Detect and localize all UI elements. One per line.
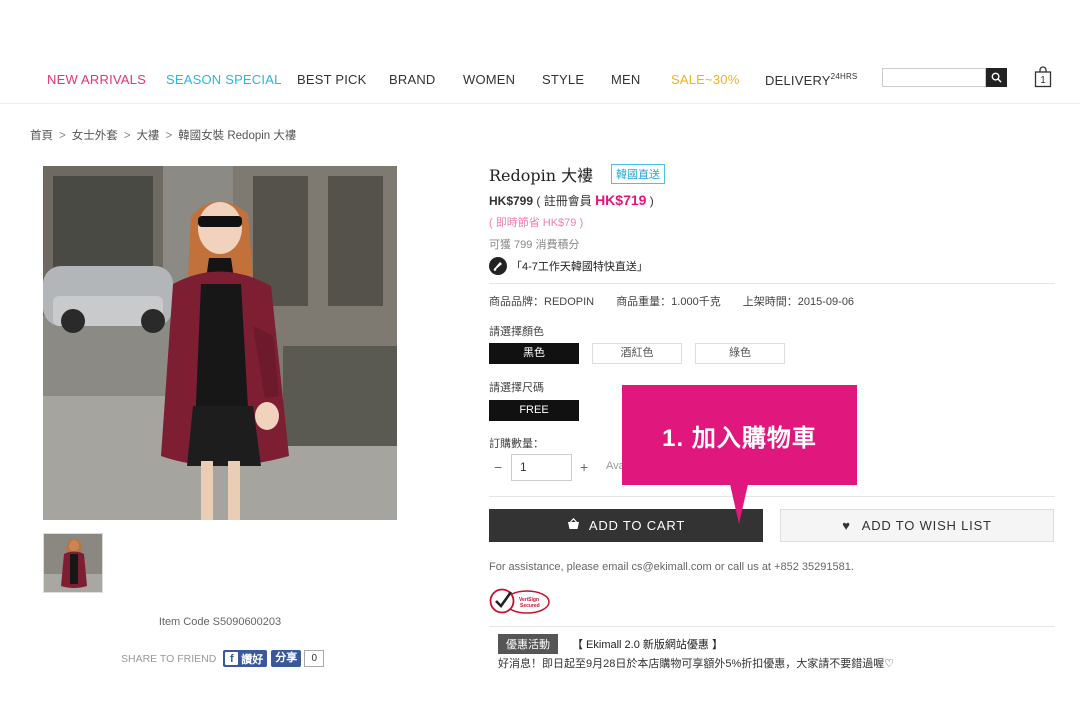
- breadcrumb-separator: >: [59, 130, 66, 142]
- breadcrumb-item-coats[interactable]: 女士外套: [72, 130, 118, 142]
- nav-sale[interactable]: SALE~30%: [671, 72, 739, 87]
- member-price-prefix: ( 註冊會員: [536, 194, 592, 208]
- rocket-icon: [489, 257, 507, 275]
- shipping-info: 「4-7工作天韓國特快直送」: [489, 257, 648, 275]
- facebook-icon: f: [225, 652, 239, 665]
- item-code: Item Code S5090600203: [158, 616, 282, 628]
- nav-delivery-sup: 24HRS: [830, 72, 858, 81]
- facebook-share-button[interactable]: 分享: [271, 650, 302, 667]
- share-count: 0: [304, 650, 325, 667]
- breadcrumb: 首頁 > 女士外套 > 大褸 > 韓國女裝 Redopin 大褸: [30, 127, 296, 143]
- promo-text: 好消息！即日起至9月28日於本店購物可享額外5%折扣優惠，大家請不要錯過喔♡: [498, 658, 895, 670]
- size-option-free[interactable]: FREE: [489, 400, 579, 421]
- top-navigation: NEW ARRIVALS SEASON SPECIAL BEST PICK BR…: [0, 60, 1080, 104]
- shopping-bag-icon[interactable]: 1: [1034, 66, 1052, 88]
- breadcrumb-separator: >: [123, 130, 131, 142]
- nav-new-arrivals[interactable]: NEW ARRIVALS: [47, 72, 146, 87]
- shipping-text: 「4-7工作天韓國特快直送」: [511, 261, 648, 273]
- color-option-black[interactable]: 黑色: [489, 343, 579, 364]
- divider: [489, 626, 1055, 627]
- search-icon: [991, 72, 1002, 83]
- direct-ship-badge: 韓國直送: [611, 164, 665, 184]
- product-meta: 商品品牌：REDOPIN 商品重量：1.000千克 上架時間：2015-09-0…: [489, 293, 873, 309]
- search-button[interactable]: [986, 68, 1007, 87]
- share-label: SHARE TO FRIEND: [121, 652, 217, 665]
- basket-icon: [567, 517, 580, 533]
- quantity-label: 訂購數量：: [489, 438, 544, 450]
- breadcrumb-item-overcoat[interactable]: 大褸: [136, 130, 159, 142]
- add-to-cart-label: ADD TO CART: [588, 518, 686, 533]
- member-price: HK$719: [595, 192, 647, 208]
- heart-icon: ♥: [842, 518, 851, 533]
- product-title: Redopin 大褸: [489, 166, 594, 185]
- color-label: 請選擇顏色: [489, 326, 544, 338]
- nav-season-special[interactable]: SEASON SPECIAL: [166, 72, 282, 87]
- add-to-wishlist-button[interactable]: ♥ ADD TO WISH LIST: [780, 509, 1054, 542]
- nav-brand[interactable]: BRAND: [389, 72, 436, 87]
- breadcrumb-item-current: 韓國女裝 Redopin 大褸: [178, 130, 297, 142]
- price-row: HK$799 ( 註冊會員 HK$719 ): [489, 192, 654, 209]
- color-option-wine[interactable]: 酒紅色: [592, 343, 682, 364]
- verisign-line-2: Secured: [520, 603, 540, 609]
- product-thumbnail[interactable]: [43, 533, 103, 593]
- add-to-wishlist-label: ADD TO WISH LIST: [861, 518, 992, 533]
- member-price-suffix: ): [649, 194, 654, 208]
- nav-delivery[interactable]: DELIVERY24HRS: [765, 72, 857, 88]
- breadcrumb-item-home[interactable]: 首頁: [30, 130, 53, 142]
- nav-style[interactable]: STYLE: [542, 72, 584, 87]
- assistance-text: For assistance, please email cs@ekimall.…: [489, 561, 854, 573]
- product-date: 上架時間：2015-09-06: [742, 296, 855, 308]
- product-brand: 商品品牌：REDOPIN: [489, 296, 595, 308]
- promo-title: 【 Ekimall 2.0 新版網站優惠 】: [572, 639, 723, 651]
- nav-best-pick[interactable]: BEST PICK: [297, 72, 366, 87]
- color-option-green[interactable]: 綠色: [695, 343, 785, 364]
- price: HK$799: [489, 194, 534, 208]
- divider: [489, 496, 1055, 497]
- nav-delivery-label: DELIVERY: [765, 73, 831, 88]
- quantity-input[interactable]: 1: [511, 454, 572, 481]
- quantity-decrease-button[interactable]: −: [494, 459, 502, 475]
- nav-men[interactable]: MEN: [611, 72, 641, 87]
- product-main-image[interactable]: [43, 166, 397, 520]
- quantity-increase-button[interactable]: +: [580, 459, 588, 475]
- add-to-cart-button[interactable]: ADD TO CART: [489, 509, 763, 542]
- promo-tag: 優惠活動: [498, 634, 558, 654]
- share-row: SHARE TO FRIEND f 讚好 分享 0: [121, 650, 325, 667]
- callout-add-to-cart: 1. 加入購物車: [622, 385, 857, 485]
- verisign-seal: VeriSign Secured: [489, 586, 551, 616]
- divider: [489, 283, 1055, 284]
- facebook-like-label: 讚好: [241, 653, 264, 666]
- callout-pointer: [730, 484, 748, 524]
- reward-points: 可獲 799 消費積分: [489, 239, 580, 251]
- instant-savings: ( 即時節省 HK$79 ): [489, 217, 584, 229]
- cart-count: 1: [1040, 75, 1046, 86]
- search-input[interactable]: [882, 68, 986, 87]
- breadcrumb-separator: >: [165, 130, 173, 142]
- size-label: 請選擇尺碼: [489, 382, 544, 394]
- facebook-like-button[interactable]: f 讚好: [223, 650, 268, 667]
- nav-women[interactable]: WOMEN: [463, 72, 515, 87]
- product-weight: 商品重量：1.000千克: [616, 296, 721, 308]
